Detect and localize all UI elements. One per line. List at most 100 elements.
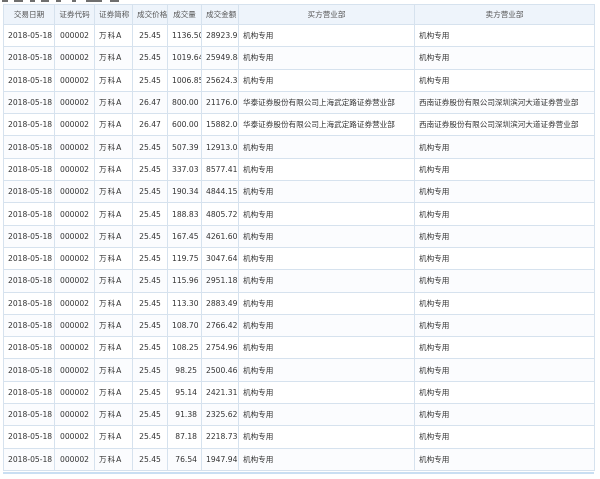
security-name-cell: 万科A bbox=[94, 358, 133, 382]
header-trade-date[interactable]: 交易日期 bbox=[3, 4, 55, 25]
amount-cell: 4261.60 bbox=[201, 224, 239, 248]
buyer-branch-cell: 机构专用 bbox=[238, 336, 415, 360]
header-buyer-branch[interactable]: 买方营业部 bbox=[238, 4, 415, 25]
volume-cell: 167.45 bbox=[167, 224, 202, 248]
table-row: 2018-05-18 000002 万科A 25.45 98.25 2500.46 机构专用… bbox=[3, 358, 595, 382]
header-amount[interactable]: 成交金额 bbox=[201, 4, 239, 25]
security-code-cell: 000002 bbox=[54, 113, 95, 137]
volume-cell: 119.75 bbox=[167, 246, 202, 271]
table-row: 2018-05-18000002万科A25.45507.3912913.08机构… bbox=[3, 135, 595, 159]
seller-branch-cell: 机构专用 bbox=[414, 180, 595, 204]
security-name-cell: 万科A bbox=[94, 23, 133, 48]
security-code-cell: 000002 bbox=[54, 358, 95, 382]
buyer-branch-cell: 机构专用 bbox=[238, 202, 415, 226]
table-row: 2018-05-18 000002 万科A 25.45 188.83 4805.72 机构专… bbox=[3, 202, 595, 226]
seller-branch-cell: 机构专用 bbox=[414, 269, 595, 293]
trade-date-cell: 2018-05-18 bbox=[3, 180, 55, 204]
price-cell: 25.45 bbox=[132, 180, 168, 204]
buyer-branch-cell: 机构专用 bbox=[238, 291, 415, 315]
volume-cell: 1136.50 bbox=[167, 23, 202, 48]
volume-cell: 95.14 bbox=[167, 380, 202, 405]
seller-branch-cell: 机构专用 bbox=[414, 246, 595, 271]
price-cell: 25.45 bbox=[132, 46, 168, 70]
trade-date-cell: 2018-05-18 bbox=[3, 425, 55, 449]
security-code-cell: 000002 bbox=[54, 180, 95, 204]
volume-cell: 76.54 bbox=[167, 447, 202, 471]
trade-date-cell: 2018-05-18 bbox=[3, 135, 55, 159]
header-volume[interactable]: 成交量 bbox=[167, 4, 202, 25]
price-cell: 25.45 bbox=[132, 224, 168, 248]
price-cell: 25.45 bbox=[132, 336, 168, 360]
security-name-cell: 万科A bbox=[94, 135, 133, 159]
seller-branch-cell: 机构专用 bbox=[414, 425, 595, 449]
amount-cell: 2754.96 bbox=[201, 336, 239, 360]
security-code-cell: 000002 bbox=[54, 23, 95, 48]
trade-date-cell: 2018-05-18 bbox=[3, 291, 55, 315]
trade-date-cell: 2018-05-18 bbox=[3, 358, 55, 382]
volume-cell: 87.18 bbox=[167, 425, 202, 449]
price-cell: 25.45 bbox=[132, 447, 168, 471]
trade-date-cell: 2018-05-18 bbox=[3, 46, 55, 70]
seller-branch-cell: 机构专用 bbox=[414, 202, 595, 226]
amount-cell: 4844.15 bbox=[201, 180, 239, 204]
security-name-cell: 万科A bbox=[94, 447, 133, 471]
amount-cell: 3047.64 bbox=[201, 246, 239, 271]
price-cell: 25.45 bbox=[132, 135, 168, 159]
buyer-branch-cell: 机构专用 bbox=[238, 358, 415, 382]
security-code-cell: 000002 bbox=[54, 425, 95, 449]
security-name-cell: 万科A bbox=[94, 157, 133, 182]
security-code-cell: 000002 bbox=[54, 157, 95, 182]
header-seller-branch[interactable]: 卖方营业部 bbox=[414, 4, 595, 25]
price-cell: 25.45 bbox=[132, 23, 168, 48]
trade-date-cell: 2018-05-18 bbox=[3, 224, 55, 248]
security-name-cell: 万科A bbox=[94, 180, 133, 204]
amount-cell: 12913.08 bbox=[201, 135, 239, 159]
volume-cell: 1019.64 bbox=[167, 46, 202, 70]
amount-cell: 1947.94 bbox=[201, 447, 239, 471]
trade-date-cell: 2018-05-18 bbox=[3, 336, 55, 360]
security-name-cell: 万科A bbox=[94, 425, 133, 449]
header-price[interactable]: 成交价格 bbox=[132, 4, 168, 25]
table-row: 2018-05-18 000002 万科A 25.45 95.14 2421.31 机构专用… bbox=[3, 380, 595, 405]
price-cell: 25.45 bbox=[132, 313, 168, 338]
security-code-cell: 000002 bbox=[54, 135, 95, 159]
price-cell: 25.45 bbox=[132, 358, 168, 382]
table-row: 2018-05-18 000002 万科A 25.45 167.45 4261.60 机构专… bbox=[3, 224, 595, 248]
price-cell: 25.45 bbox=[132, 157, 168, 182]
header-security-code[interactable]: 证券代码 bbox=[54, 4, 95, 25]
volume-cell: 600.00 bbox=[167, 113, 202, 137]
seller-branch-cell: 西南证券股份有限公司深圳滨河大道证券营业部 bbox=[414, 113, 595, 137]
security-code-cell: 000002 bbox=[54, 269, 95, 293]
buyer-branch-cell: 华泰证券股份有限公司上海武定路证券营业部 bbox=[238, 90, 415, 115]
security-code-cell: 000002 bbox=[54, 403, 95, 427]
seller-branch-cell: 机构专用 bbox=[414, 135, 595, 159]
security-name-cell: 万科A bbox=[94, 380, 133, 405]
seller-branch-cell: 机构专用 bbox=[414, 447, 595, 471]
buyer-branch-cell: 机构专用 bbox=[238, 313, 415, 338]
volume-cell: 188.83 bbox=[167, 202, 202, 226]
volume-cell: 800.00 bbox=[167, 90, 202, 115]
table-row: 2018-05-18 000002 万科A 25.45 113.30 2883.49 机构专… bbox=[3, 291, 595, 315]
buyer-branch-cell: 机构专用 bbox=[238, 380, 415, 405]
security-code-cell: 000002 bbox=[54, 313, 95, 338]
header-security-name[interactable]: 证券简称 bbox=[94, 4, 133, 25]
trade-date-cell: 2018-05-18 bbox=[3, 380, 55, 405]
trade-date-cell: 2018-05-18 bbox=[3, 269, 55, 293]
buyer-branch-cell: 机构专用 bbox=[238, 180, 415, 204]
trade-date-cell: 2018-05-18 bbox=[3, 68, 55, 92]
amount-cell: 4805.72 bbox=[201, 202, 239, 226]
security-name-cell: 万科A bbox=[94, 224, 133, 248]
seller-branch-cell: 机构专用 bbox=[414, 224, 595, 248]
security-name-cell: 万科A bbox=[94, 403, 133, 427]
price-cell: 26.47 bbox=[132, 90, 168, 115]
amount-cell: 21176.00 bbox=[201, 90, 239, 115]
table-row: 2018-05-18 000002 万科A 25.45 108.70 2766.42 机构专… bbox=[3, 313, 595, 338]
table-row: 2018-05-18 000002 万科A 25.45 337.03 8577.41 机构专… bbox=[3, 157, 595, 182]
seller-branch-cell: 机构专用 bbox=[414, 403, 595, 427]
security-code-cell: 000002 bbox=[54, 68, 95, 92]
buyer-branch-cell: 华泰证券股份有限公司上海武定路证券营业部 bbox=[238, 113, 415, 137]
seller-branch-cell: 机构专用 bbox=[414, 46, 595, 70]
security-code-cell: 000002 bbox=[54, 447, 95, 471]
seller-branch-cell: 机构专用 bbox=[414, 23, 595, 48]
price-cell: 25.45 bbox=[132, 291, 168, 315]
